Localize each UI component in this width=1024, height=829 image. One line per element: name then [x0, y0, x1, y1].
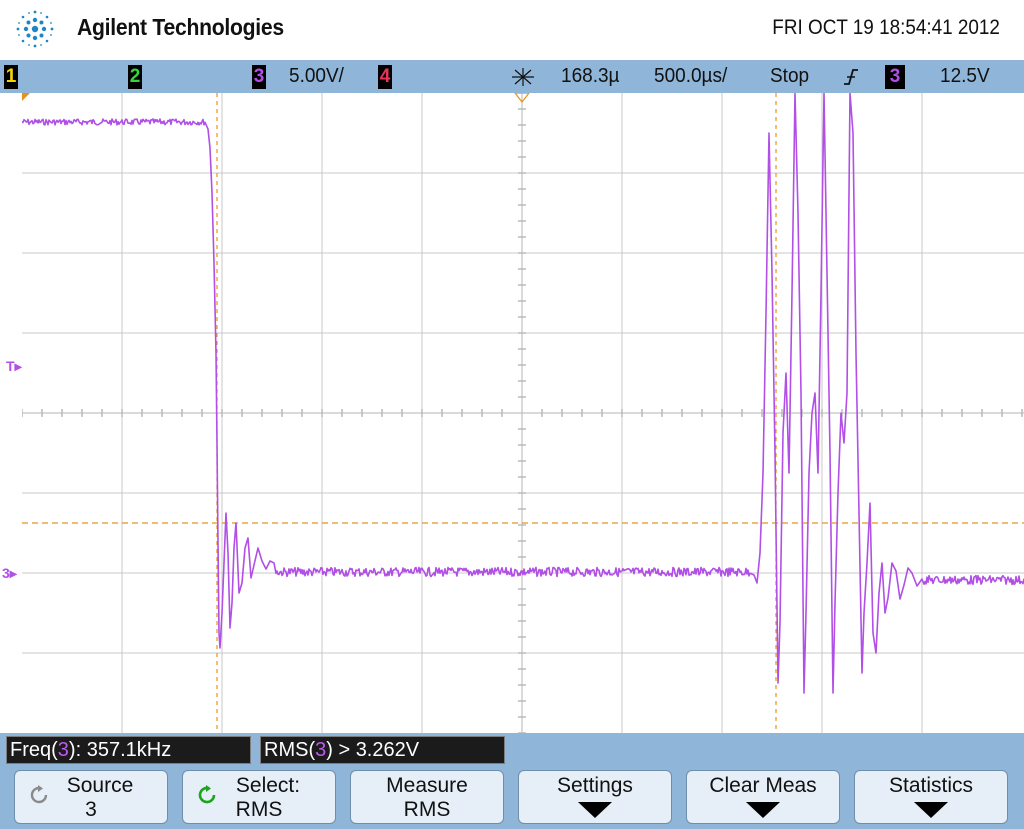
- agilent-spark-logo: [16, 10, 54, 48]
- channel-2-indicator[interactable]: 2: [128, 65, 142, 89]
- time-delay: 168.3µ: [561, 65, 620, 87]
- softkey-bar: Source 3 Select: RMS Measure RMS Setting…: [0, 766, 1024, 829]
- acquisition-icon: [512, 68, 534, 86]
- channel-3-indicator[interactable]: 3: [252, 65, 266, 89]
- waveform-graticule: [22, 93, 1024, 733]
- waveform-display[interactable]: [22, 93, 1024, 733]
- down-arrow-icon: [578, 802, 612, 818]
- select-softkey[interactable]: Select: RMS: [182, 770, 336, 824]
- trigger-level-marker: T▸: [6, 358, 22, 374]
- down-arrow-icon: [914, 802, 948, 818]
- channel-1-indicator[interactable]: 1: [4, 65, 18, 89]
- statistics-softkey[interactable]: Statistics: [854, 770, 1008, 824]
- trigger-source[interactable]: 3: [885, 65, 905, 89]
- measurement-bar: Freq(3): 357.1kHz RMS(3) > 3.262V: [0, 733, 1024, 766]
- status-bar: 1 2 3 5.00V/ 4 168.3µ 500.0µs/ Stop 3 12…: [0, 60, 1024, 93]
- measure-softkey[interactable]: Measure RMS: [350, 770, 504, 824]
- channel-3-waveform: [22, 93, 1024, 694]
- measurement-frequency: Freq(3): 357.1kHz: [6, 736, 251, 764]
- header-bar: Agilent Technologies FRI OCT 19 18:54:41…: [0, 0, 1024, 60]
- channel-3-scale: 5.00V/: [289, 65, 344, 87]
- clear-meas-softkey[interactable]: Clear Meas: [686, 770, 840, 824]
- brand-name: Agilent Technologies: [77, 14, 284, 40]
- date-time: FRI OCT 19 18:54:41 2012: [772, 16, 1000, 39]
- measurement-rms: RMS(3) > 3.262V: [260, 736, 505, 764]
- settings-softkey[interactable]: Settings: [518, 770, 672, 824]
- down-arrow-icon: [746, 802, 780, 818]
- left-reference-marker: [22, 93, 30, 101]
- run-state: Stop: [770, 65, 810, 87]
- channel-4-indicator[interactable]: 4: [378, 65, 392, 89]
- source-softkey[interactable]: Source 3: [14, 770, 168, 824]
- trigger-level: 12.5V: [940, 65, 990, 87]
- channel-3-ground-marker: 3▸: [2, 565, 17, 581]
- rising-edge-icon: [844, 69, 858, 85]
- time-scale: 500.0µs/: [654, 65, 728, 87]
